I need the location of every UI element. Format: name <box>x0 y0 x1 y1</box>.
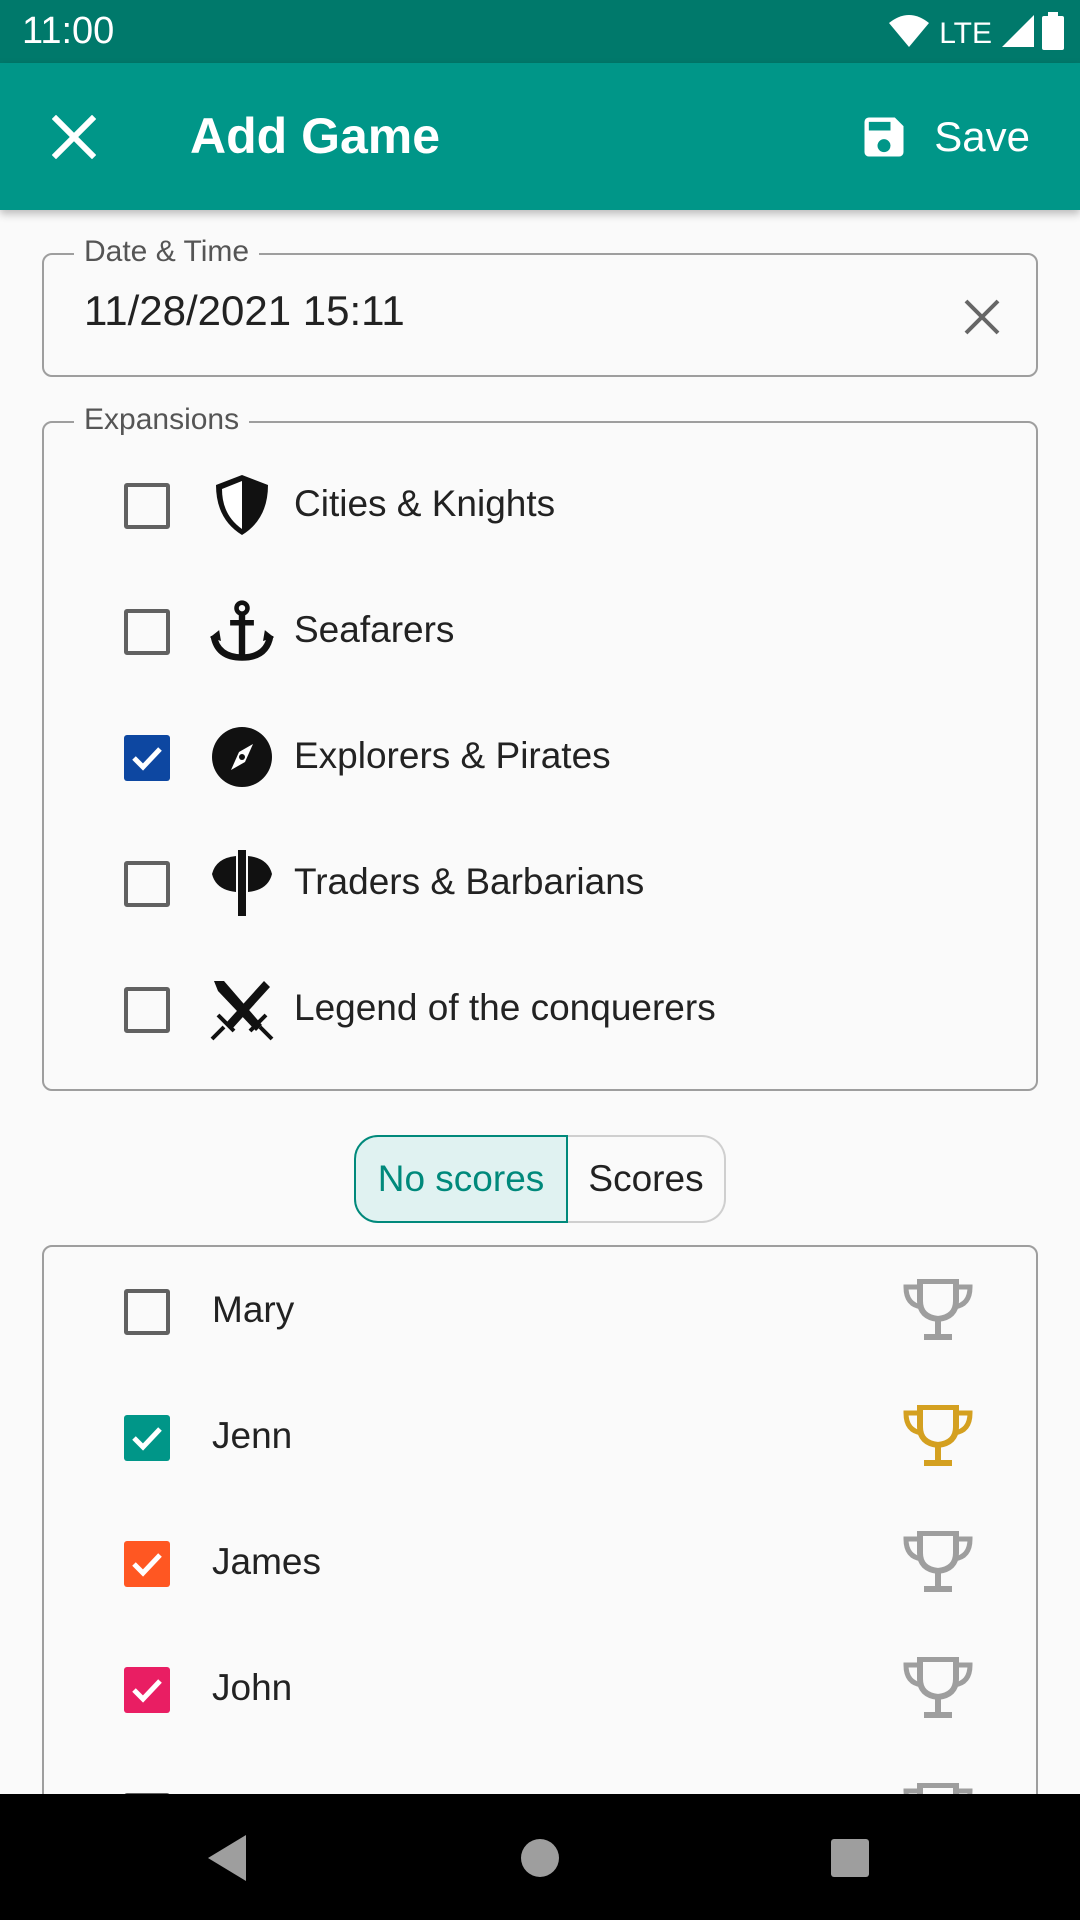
save-label: Save <box>934 113 1030 160</box>
expansion-row[interactable]: Seafarers <box>44 567 1036 693</box>
page-title: Add Game <box>190 108 441 164</box>
shield-icon <box>210 473 274 537</box>
trophy-icon[interactable] <box>900 1275 976 1345</box>
home-circle-icon <box>521 1839 559 1877</box>
player-checkbox[interactable] <box>124 1415 170 1461</box>
signal-icon <box>1000 13 1036 54</box>
anchor-icon <box>210 599 274 663</box>
check-icon <box>132 1679 162 1703</box>
player-checkbox[interactable] <box>124 1667 170 1713</box>
expansion-label: Seafarers <box>294 609 455 650</box>
check-icon <box>132 747 162 771</box>
battle-axe-icon <box>210 850 274 916</box>
expansion-row[interactable]: Traders & Barbarians <box>44 819 1036 945</box>
player-name: Jenn <box>212 1415 293 1456</box>
crossed-swords-icon <box>210 977 274 1041</box>
back-triangle-icon <box>208 1835 246 1881</box>
recents-button[interactable] <box>820 1828 880 1888</box>
expansion-label: Cities & Knights <box>294 483 556 524</box>
expansion-row[interactable]: Cities & Knights <box>44 441 1036 567</box>
expansion-checkbox[interactable] <box>124 987 170 1033</box>
save-button[interactable]: Save <box>858 107 1030 167</box>
player-name: Mary <box>212 1289 295 1330</box>
no-scores-option[interactable]: No scores <box>354 1135 568 1223</box>
close-icon <box>52 115 96 159</box>
expansion-checkbox[interactable] <box>124 483 170 529</box>
navigation-bar <box>0 1794 1080 1920</box>
compass-icon <box>210 725 274 789</box>
player-checkbox[interactable] <box>124 1289 170 1335</box>
close-icon <box>964 299 1000 335</box>
back-button[interactable] <box>196 1828 256 1888</box>
player-row[interactable]: James <box>44 1499 1036 1625</box>
expansion-row[interactable]: Legend of the conquerers <box>44 945 1036 1071</box>
status-icons: LTE <box>887 12 1064 55</box>
date-time-value: 11/28/2021 15:11 <box>84 287 405 334</box>
player-row[interactable]: John <box>44 1625 1036 1751</box>
expansion-checkbox[interactable] <box>124 609 170 655</box>
expansion-label: Legend of the conquerers <box>294 987 716 1028</box>
expansions-group: Expansions Cities & Knights Seafarers Ex… <box>42 403 1038 1091</box>
trophy-icon[interactable] <box>900 1527 976 1597</box>
status-time: 11:00 <box>22 10 115 52</box>
wifi-icon <box>887 13 931 54</box>
expansion-checkbox[interactable] <box>124 735 170 781</box>
player-row[interactable]: Jenn <box>44 1373 1036 1499</box>
trophy-icon[interactable] <box>900 1653 976 1723</box>
status-bar: 11:00 LTE <box>0 0 1080 63</box>
network-type: LTE <box>939 16 992 50</box>
date-time-legend: Date & Time <box>74 235 260 269</box>
save-icon <box>864 117 904 157</box>
player-row[interactable]: Mary <box>44 1247 1036 1373</box>
player-checkbox[interactable] <box>124 1541 170 1587</box>
player-name: James <box>212 1541 321 1582</box>
expansion-checkbox[interactable] <box>124 861 170 907</box>
player-name: John <box>212 1667 293 1708</box>
score-mode-toggle: No scores Scores <box>354 1135 726 1223</box>
expansions-legend: Expansions <box>74 403 250 437</box>
recents-square-icon <box>831 1839 869 1877</box>
expansion-row[interactable]: Explorers & Pirates <box>44 693 1036 819</box>
trophy-icon[interactable] <box>900 1401 976 1471</box>
scores-option[interactable]: Scores <box>568 1135 726 1223</box>
expansion-label: Traders & Barbarians <box>294 861 645 902</box>
check-icon <box>132 1553 162 1577</box>
date-time-field[interactable]: Date & Time 11/28/2021 15:11 <box>42 235 1038 377</box>
clear-date-button[interactable] <box>956 291 1008 343</box>
app-bar: Add Game Save <box>0 63 1080 210</box>
expansion-label: Explorers & Pirates <box>294 735 611 776</box>
close-button[interactable] <box>40 103 108 171</box>
battery-icon <box>1042 12 1064 55</box>
check-icon <box>132 1427 162 1451</box>
home-button[interactable] <box>510 1828 570 1888</box>
players-group: Mary Jenn James John <box>42 1245 1038 1845</box>
